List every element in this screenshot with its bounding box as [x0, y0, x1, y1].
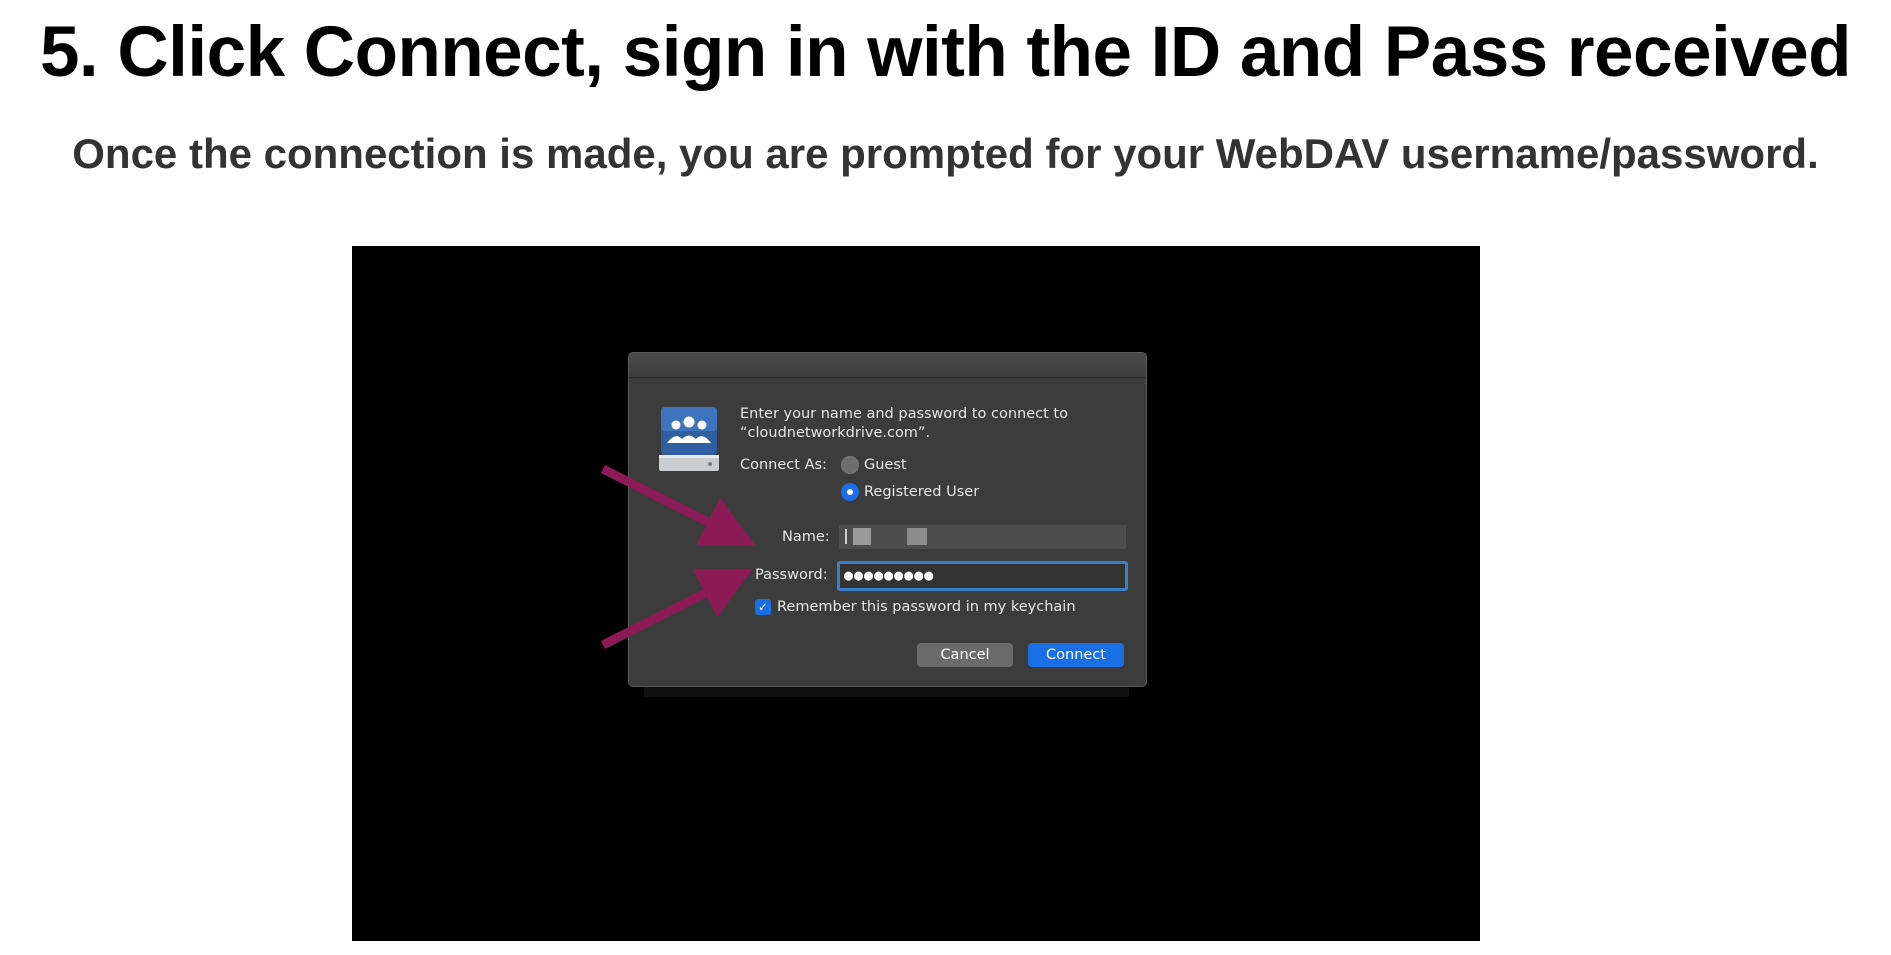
- network-drive-icon: [659, 407, 719, 471]
- connect-as-label: Connect As:: [740, 457, 827, 473]
- screenshot-frame: Enter your name and password to connect …: [352, 246, 1480, 941]
- login-dialog: Enter your name and password to connect …: [628, 352, 1147, 687]
- dialog-shadow: [644, 687, 1129, 697]
- prompt-line-2: “cloudnetworkdrive.com”.: [740, 425, 931, 441]
- password-field[interactable]: ●●●●●●●●●: [837, 561, 1128, 591]
- page-title: 5. Click Connect, sign in with the ID an…: [39, 13, 1852, 92]
- name-text-cursor: [845, 529, 847, 544]
- dialog-titlebar[interactable]: [629, 353, 1146, 378]
- remember-password-checkbox[interactable]: ✓: [755, 599, 771, 615]
- redacted-name-block: [907, 528, 927, 545]
- remember-password-label[interactable]: Remember this password in my keychain: [777, 599, 1076, 615]
- registered-user-radio[interactable]: [841, 483, 859, 501]
- password-label: Password:: [755, 567, 828, 583]
- dialog-prompt: Enter your name and password to connect …: [740, 405, 1130, 443]
- redacted-name-block: [853, 528, 871, 545]
- guest-label[interactable]: Guest: [864, 457, 907, 473]
- name-label: Name:: [782, 529, 830, 545]
- cancel-button[interactable]: Cancel: [917, 643, 1013, 667]
- registered-user-label[interactable]: Registered User: [864, 484, 979, 500]
- name-field[interactable]: [839, 525, 1126, 549]
- page-subtitle: Once the connection is made, you are pro…: [72, 130, 1819, 177]
- guest-radio[interactable]: [841, 456, 859, 474]
- prompt-line-1: Enter your name and password to connect …: [740, 406, 1068, 422]
- connect-button[interactable]: Connect: [1028, 643, 1124, 667]
